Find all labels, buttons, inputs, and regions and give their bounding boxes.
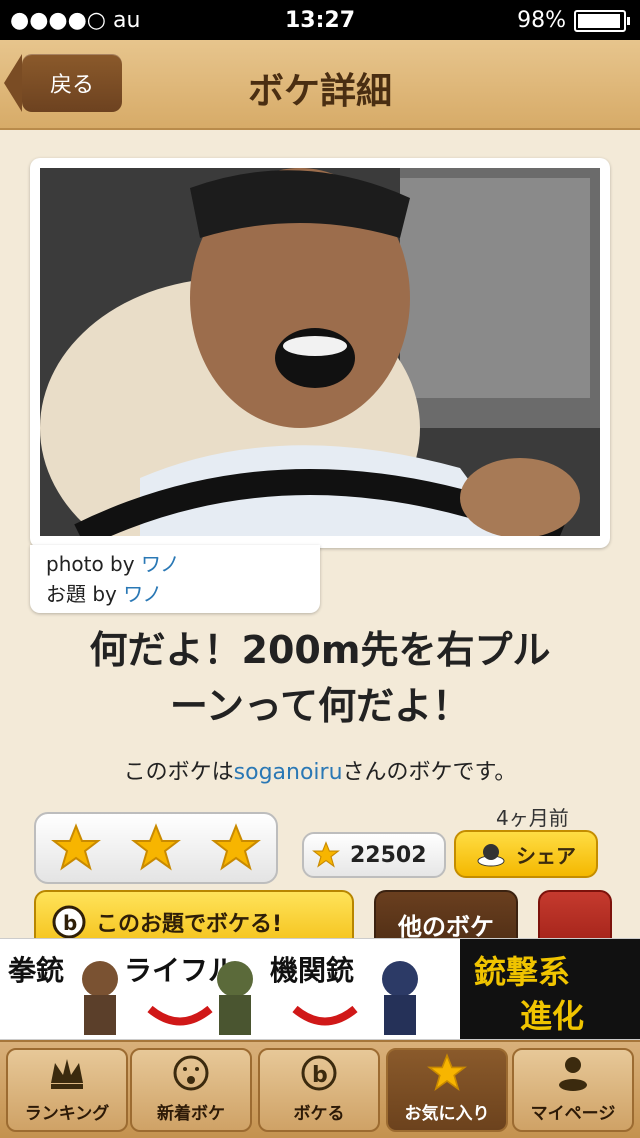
svg-text:b: b (312, 1063, 328, 1088)
ad-banner-left[interactable]: 拳銃 ライフル 機関銃 (0, 939, 460, 1039)
share-button[interactable]: シェア (454, 830, 598, 878)
favorite-count-badge: 22502 (302, 832, 446, 878)
small-star-icon (312, 841, 340, 868)
b-logo-icon: b (301, 1055, 337, 1091)
topic-photo[interactable] (40, 168, 600, 536)
tab-label: ランキング (24, 1104, 110, 1124)
star-icon[interactable] (131, 823, 181, 873)
boke-button-label: このお題でボケる! (96, 912, 283, 937)
photo-credit-line: photo by ワノ (46, 549, 304, 579)
topic-credit-prefix: お題 by (46, 582, 124, 606)
photo-author-link[interactable]: ワノ (141, 552, 180, 576)
photo-card (30, 158, 610, 548)
page-title: ボケ詳細 (247, 71, 392, 112)
battery-percent: 98% (517, 8, 566, 33)
tab-label: マイページ (530, 1104, 616, 1124)
author-suffix: さんのボケです。 (342, 760, 517, 785)
topic-credit-line: お題 by ワノ (46, 579, 304, 609)
status-bar: ●●●●○ au 13:27 98% (0, 0, 640, 40)
ad-headline: 銃撃系 (474, 953, 571, 991)
tab-label: ボケる (293, 1104, 345, 1124)
topic-author-link[interactable]: ワノ (123, 582, 162, 606)
photo-credit-prefix: photo by (46, 552, 141, 576)
star-icon (427, 1053, 467, 1091)
post-time: 4ヶ月前 (496, 806, 569, 830)
bell-icon (477, 844, 505, 867)
boke-text: 何だよ！200m先を右プル ーンって何だよ！ (40, 622, 600, 734)
star-icon[interactable] (211, 823, 261, 873)
author-link[interactable]: soganoiru (234, 760, 343, 785)
ad-characters-image (82, 961, 418, 1035)
favorite-count: 22502 (350, 842, 427, 868)
ad-banner-right[interactable]: 銃撃系 進化 (460, 939, 640, 1039)
tab-boke[interactable]: b ボケる (258, 1048, 380, 1132)
ad-banner[interactable]: 拳銃 ライフル 機関銃 銃撃系 進化 (0, 938, 640, 1040)
boke-line-2: ーンって何だよ！ (169, 684, 471, 728)
ad-subheadline: 進化 (520, 997, 585, 1035)
face-icon (173, 1055, 209, 1091)
tab-label: お気に入り (404, 1104, 490, 1124)
battery-indicator: 98% (517, 8, 630, 33)
person-icon (559, 1057, 587, 1091)
b-logo-icon: b (52, 905, 86, 939)
tab-mypage[interactable]: マイページ (512, 1048, 634, 1132)
svg-text:b: b (63, 911, 77, 935)
boke-line-1: 何だよ！200m先を右プル (89, 628, 551, 672)
other-boke-label: 他のボケ (398, 912, 494, 941)
tab-label: 新着ボケ (157, 1104, 225, 1124)
action-row: b このお題でボケる! 他のボケ (0, 890, 640, 958)
author-prefix: このボケは (123, 760, 234, 785)
crown-icon (51, 1059, 83, 1089)
tab-ranking[interactable]: ランキング (6, 1048, 128, 1132)
battery-icon (574, 9, 630, 32)
tab-bar: ランキング 新着ボケ b ボケる お気に入り マイページ (0, 1040, 640, 1138)
star-icon[interactable] (51, 823, 101, 873)
tab-favorites[interactable]: お気に入り (386, 1048, 508, 1132)
author-line: このボケはsoganoiruさんのボケです。 (0, 754, 640, 786)
share-label: シェア (516, 843, 576, 868)
rating-stars[interactable] (34, 812, 278, 884)
tab-new-boke[interactable]: 新着ボケ (130, 1048, 252, 1132)
navigation-bar: 戻る ボケ詳細 (0, 40, 640, 130)
photo-credits: photo by ワノ お題 by ワノ (30, 545, 320, 613)
